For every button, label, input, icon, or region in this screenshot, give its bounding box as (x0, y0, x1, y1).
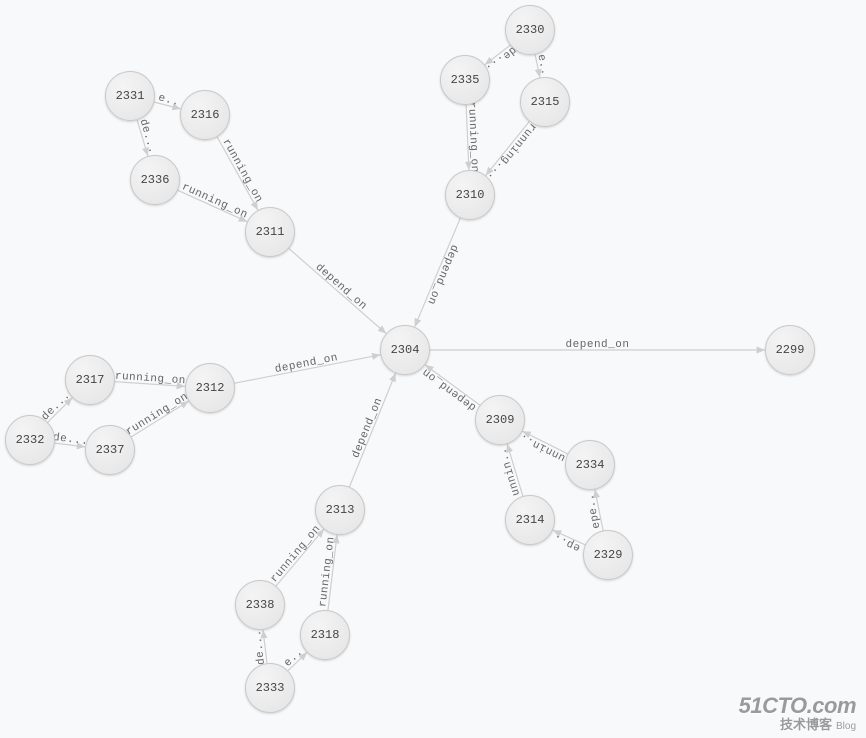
edge (235, 355, 381, 383)
edge (595, 490, 603, 531)
node-label: 2317 (76, 373, 105, 387)
edge-label: de... (52, 432, 89, 448)
edge (425, 365, 480, 405)
graph-node[interactable]: 2315 (520, 77, 570, 127)
edge (55, 443, 85, 447)
edge (289, 248, 386, 333)
node-label: 2309 (486, 413, 515, 427)
graph-node[interactable]: 2314 (505, 495, 555, 545)
edge-label: running_on (180, 181, 250, 221)
edge (178, 190, 247, 221)
edge (328, 535, 337, 610)
edge (522, 431, 567, 454)
edge (349, 373, 395, 487)
edge (263, 630, 267, 663)
graph-node[interactable]: 2332 (5, 415, 55, 465)
node-label: 2332 (16, 433, 45, 447)
node-label: 2337 (96, 443, 125, 457)
node-label: 2316 (191, 108, 220, 122)
edge (217, 137, 258, 210)
watermark: 51CTO.com 技术博客Blog (739, 694, 856, 732)
edge (131, 401, 189, 437)
watermark-sub: 技术博客Blog (739, 718, 856, 732)
node-label: 2313 (326, 503, 355, 517)
graph-node[interactable]: 2316 (180, 90, 230, 140)
graph-canvas: depend_ondepend_onrunning_onrunning_onde… (0, 0, 866, 738)
edge-label: dep... (0, 0, 582, 553)
node-label: 2310 (456, 188, 485, 202)
edge (415, 218, 461, 327)
edge (115, 382, 185, 387)
node-label: 2335 (451, 73, 480, 87)
edge (553, 530, 585, 545)
node-label: 2318 (311, 628, 340, 642)
graph-node[interactable]: 2310 (445, 170, 495, 220)
edge (507, 444, 523, 496)
edge-label: running... (484, 120, 538, 183)
edge-label: depend_on (566, 339, 630, 351)
graph-node[interactable]: 2304 (380, 325, 430, 375)
edge-label: running_on (124, 391, 191, 439)
edge-label: de... (40, 390, 74, 424)
graph-node[interactable]: 2331 (105, 71, 155, 121)
graph-node[interactable]: 2299 (765, 325, 815, 375)
node-label: 2330 (516, 23, 545, 37)
edge (276, 529, 324, 586)
graph-node[interactable]: 2335 (440, 55, 490, 105)
edge (137, 120, 148, 156)
edge-label: de... (136, 118, 158, 155)
graph-node[interactable]: 2311 (245, 207, 295, 257)
edge (288, 652, 307, 670)
node-label: 2331 (116, 89, 145, 103)
edge-label: running_on (219, 137, 264, 205)
node-label: 2329 (594, 548, 623, 562)
graph-node[interactable]: 2317 (65, 355, 115, 405)
edge-label: running_on (269, 523, 324, 585)
node-label: 2311 (256, 225, 285, 239)
node-label: 2334 (576, 458, 605, 472)
edge (466, 105, 469, 170)
node-label: 2315 (531, 95, 560, 109)
node-label: 2333 (256, 681, 285, 695)
graph-node[interactable]: 2313 (315, 485, 365, 535)
node-label: 2312 (196, 381, 225, 395)
edge (535, 54, 540, 77)
edge-label: depend_on (424, 243, 460, 307)
edge-label: running_on (317, 536, 337, 608)
watermark-site: 51CTO.com (739, 694, 856, 718)
node-label: 2304 (391, 343, 420, 357)
graph-node[interactable]: 2337 (85, 425, 135, 475)
graph-node[interactable]: 2318 (300, 610, 350, 660)
edge-label: depend_on (313, 262, 369, 313)
graph-node[interactable]: 2330 (505, 5, 555, 55)
node-label: 2314 (516, 513, 545, 527)
graph-node[interactable]: 2338 (235, 580, 285, 630)
edge (48, 398, 73, 423)
edge-label: depend_on (420, 365, 479, 413)
graph-node[interactable]: 2334 (565, 440, 615, 490)
edge-label: running_on (465, 102, 480, 174)
graph-node[interactable]: 2312 (185, 363, 235, 413)
edge (486, 121, 530, 175)
node-label: 2338 (246, 598, 275, 612)
edge-label: depend_on (274, 352, 339, 376)
edge-label: de... (252, 629, 268, 666)
node-label: 2336 (141, 173, 170, 187)
edge-label: depend_on (350, 396, 385, 460)
graph-node[interactable]: 2333 (245, 663, 295, 713)
edge (485, 45, 510, 65)
graph-node[interactable]: 2309 (475, 395, 525, 445)
edge (154, 102, 181, 109)
graph-node[interactable]: 2336 (130, 155, 180, 205)
graph-node[interactable]: 2329 (583, 530, 633, 580)
edge-label: running_on (114, 371, 186, 388)
node-label: 2299 (776, 343, 805, 357)
